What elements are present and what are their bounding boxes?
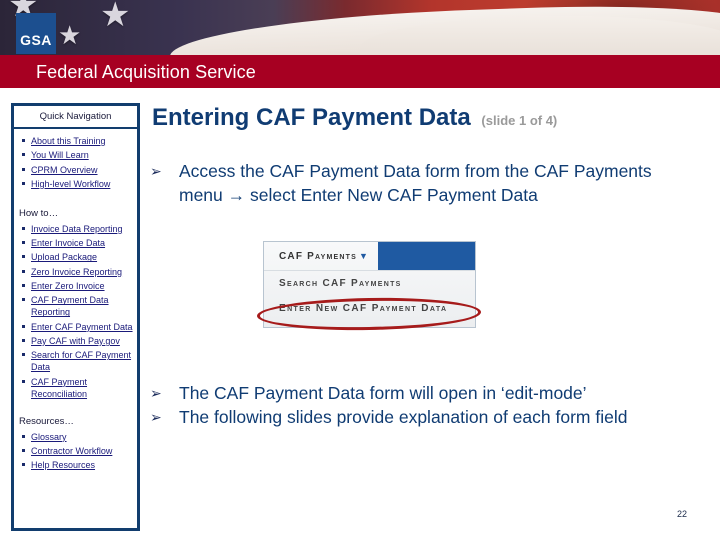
how-to-label: How to… — [19, 207, 59, 219]
star-icon: ★ — [100, 0, 131, 34]
square-bullet-icon — [22, 353, 25, 357]
square-bullet-icon — [22, 284, 25, 288]
square-bullet-icon — [22, 434, 25, 438]
instructions-bottom: ➢ The CAF Payment Data form will open in… — [150, 381, 660, 429]
menu-tab-label: CAF Payments — [279, 251, 357, 262]
slide-counter: (slide 1 of 4) — [481, 113, 558, 128]
bullet-text: The following slides provide explanation… — [179, 407, 628, 427]
square-bullet-icon — [22, 448, 25, 452]
arrow-bullet-icon: ➢ — [150, 409, 162, 425]
quick-navigation-panel: Quick Navigation About this Training You… — [11, 103, 140, 531]
nav-link[interactable]: Contractor Workflow — [31, 446, 112, 456]
caret-down-icon: ▼ — [358, 251, 370, 261]
bullet-item: ➢ The following slides provide explanati… — [150, 405, 660, 429]
nav-link[interactable]: High-level Workflow — [31, 179, 110, 189]
square-bullet-icon — [22, 153, 25, 157]
square-bullet-icon — [22, 338, 25, 342]
square-bullet-icon — [22, 167, 25, 171]
banner-title: Federal Acquisition Service — [36, 62, 256, 82]
nav-link[interactable]: Enter Zero Invoice — [31, 281, 105, 291]
menu-divider — [264, 270, 475, 271]
page-number: 22 — [677, 509, 688, 519]
nav-item-enter-zero-invoice[interactable]: Enter Zero Invoice — [18, 280, 137, 292]
gsa-logo: GSA — [16, 13, 56, 54]
nav-item-workflow[interactable]: High-level Workflow — [18, 178, 137, 190]
bullet-item: ➢ The CAF Payment Data form will open in… — [150, 381, 660, 405]
nav-item-contractor-workflow[interactable]: Contractor Workflow — [18, 445, 137, 457]
square-bullet-icon — [22, 269, 25, 273]
nav-link[interactable]: Invoice Data Reporting — [31, 224, 123, 234]
nav-link[interactable]: About this Training — [31, 136, 106, 146]
nav-item-upload-package[interactable]: Upload Package — [18, 251, 137, 263]
nav-link[interactable]: Search for CAF Payment Data — [31, 350, 131, 372]
nav-item-search-caf-payment-data[interactable]: Search for CAF Payment Data — [18, 349, 137, 373]
square-bullet-icon — [22, 324, 25, 328]
square-bullet-icon — [22, 226, 25, 230]
nav-item-you-will-learn[interactable]: You Will Learn — [18, 149, 137, 161]
square-bullet-icon — [22, 241, 25, 245]
nav-item-help-resources[interactable]: Help Resources — [18, 459, 137, 471]
nav-item-caf-payment-data-reporting[interactable]: CAF Payment Data Reporting — [18, 294, 137, 318]
instructions-top: ➢ Access the CAF Payment Data form from … — [150, 159, 660, 207]
slide-title-text: Entering CAF Payment Data — [152, 104, 471, 131]
square-bullet-icon — [22, 298, 25, 302]
nav-link[interactable]: Glossary — [31, 432, 67, 442]
quick-navigation-title: Quick Navigation — [14, 106, 137, 129]
how-to-links: Invoice Data Reporting Enter Invoice Dat… — [14, 223, 137, 400]
nav-link[interactable]: You Will Learn — [31, 150, 89, 160]
nav-item-invoice-data-reporting[interactable]: Invoice Data Reporting — [18, 223, 137, 235]
nav-link[interactable]: Upload Package — [31, 252, 97, 262]
square-bullet-icon — [22, 463, 25, 467]
nav-link[interactable]: Enter Invoice Data — [31, 238, 105, 248]
bullet-text: The CAF Payment Data form will open in ‘… — [179, 383, 587, 403]
title-bar: Federal Acquisition Service — [0, 55, 720, 88]
star-icon: ★ — [58, 20, 82, 50]
top-links: About this Training You Will Learn CPRM … — [14, 135, 137, 190]
resources-label: Resources… — [19, 415, 74, 427]
square-bullet-icon — [22, 379, 25, 383]
nav-link[interactable]: CAF Payment Data Reporting — [31, 295, 109, 317]
nav-item-pay-caf-pay-gov[interactable]: Pay CAF with Pay.gov — [18, 335, 137, 347]
arrow-bullet-icon: ➢ — [150, 163, 162, 179]
slide-title: Entering CAF Payment Data (slide 1 of 4) — [152, 104, 557, 132]
square-bullet-icon — [22, 255, 25, 259]
nav-link[interactable]: Zero Invoice Reporting — [31, 267, 122, 277]
square-bullet-icon — [22, 181, 25, 185]
bullet-item: ➢ Access the CAF Payment Data form from … — [150, 159, 660, 207]
search-caf-payments-item: Search CAF Payments — [279, 278, 402, 289]
flag-banner: ★ ★ ★ GSA — [0, 0, 720, 55]
nav-item-enter-invoice-data[interactable]: Enter Invoice Data — [18, 237, 137, 249]
nav-item-caf-payment-reconciliation[interactable]: CAF Payment Reconciliation — [18, 376, 137, 400]
nav-item-enter-caf-payment-data[interactable]: Enter CAF Payment Data — [18, 321, 137, 333]
bullet-text: Access the CAF Payment Data form from th… — [179, 161, 652, 205]
menu-bar — [378, 242, 475, 270]
nav-item-cprm-overview[interactable]: CPRM Overview — [18, 164, 137, 176]
square-bullet-icon — [22, 139, 25, 142]
resources-links: Glossary Contractor Workflow Help Resour… — [14, 431, 137, 472]
nav-link[interactable]: Pay CAF with Pay.gov — [31, 336, 120, 346]
nav-link[interactable]: CPRM Overview — [31, 165, 98, 175]
arrow-bullet-icon: ➢ — [150, 385, 162, 401]
nav-item-zero-invoice-reporting[interactable]: Zero Invoice Reporting — [18, 266, 137, 278]
nav-link[interactable]: Enter CAF Payment Data — [31, 322, 133, 332]
nav-item-about[interactable]: About this Training — [18, 135, 137, 147]
nav-item-glossary[interactable]: Glossary — [18, 431, 137, 443]
nav-link[interactable]: Help Resources — [31, 460, 95, 470]
caf-payments-menu-tab: CAF Payments ▼ — [279, 251, 369, 262]
nav-link[interactable]: CAF Payment Reconciliation — [31, 377, 87, 399]
